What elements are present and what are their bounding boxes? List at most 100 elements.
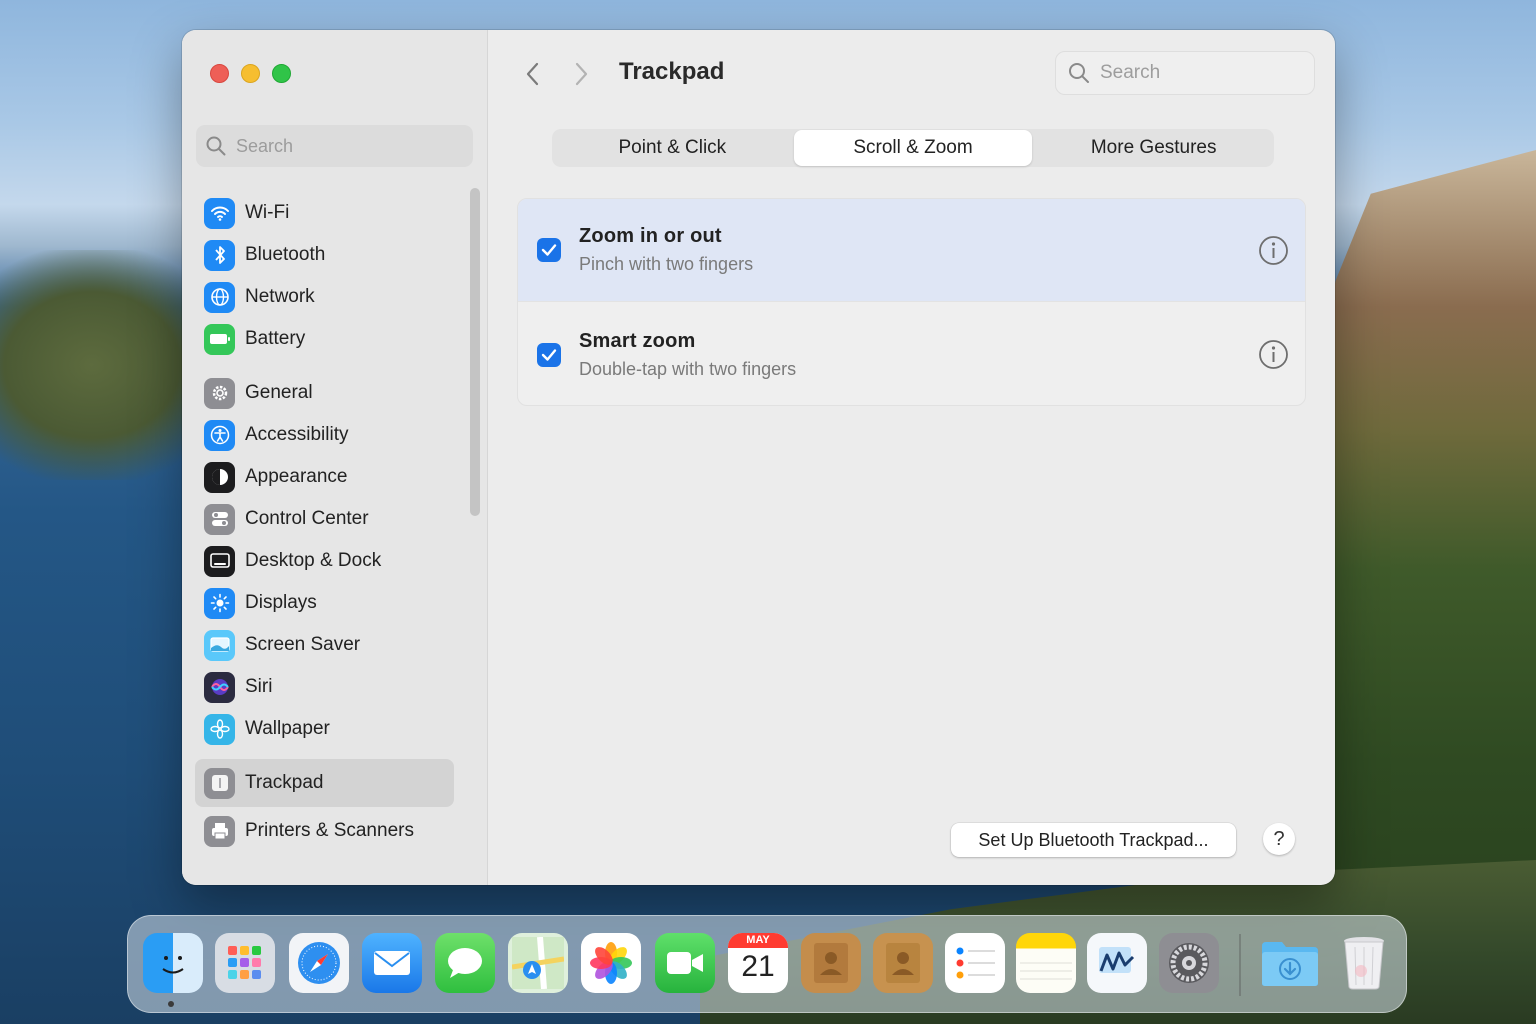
sidebar-item-label: Network: [245, 286, 315, 307]
sidebar-item-displays[interactable]: Displays: [195, 582, 454, 624]
accessibility-icon: [204, 419, 235, 451]
sidebar-search-field[interactable]: Search: [196, 125, 473, 167]
tab-scroll-zoom[interactable]: Scroll & Zoom: [793, 130, 1033, 166]
sidebar-item-label: Displays: [245, 592, 317, 613]
siri-icon: [204, 671, 235, 703]
info-icon[interactable]: [1258, 235, 1289, 266]
sidebar-scrollbar[interactable]: [470, 188, 480, 516]
header-search-field[interactable]: Search: [1055, 51, 1315, 95]
checkmark-icon: [541, 348, 557, 361]
sidebar-item-desktop-dock[interactable]: Desktop & Dock: [195, 540, 454, 582]
facetime-icon[interactable]: [655, 933, 715, 993]
setting-row-zoom[interactable]: Zoom in or out Pinch with two fingers: [518, 199, 1305, 302]
sidebar-item-label: Screen Saver: [245, 634, 361, 655]
search-icon: [206, 136, 226, 156]
mail-icon[interactable]: [362, 933, 422, 993]
sidebar-item-label: Battery: [245, 328, 306, 349]
globe-icon: [204, 281, 235, 313]
reminders-icon[interactable]: [945, 933, 1005, 993]
dock-separator: [1239, 934, 1241, 996]
setting-row-smart-zoom[interactable]: Smart zoom Double-tap with two fingers: [518, 303, 1305, 405]
flower-icon: [204, 713, 235, 745]
launchpad-icon[interactable]: [215, 933, 275, 993]
setting-title: Smart zoom: [579, 329, 696, 352]
contacts-alt-icon[interactable]: [873, 933, 933, 993]
sidebar-item-label: Trackpad: [245, 772, 324, 793]
downloads-folder-icon[interactable]: [1260, 933, 1320, 993]
forward-button[interactable]: [568, 59, 596, 89]
sidebar-item-battery[interactable]: Battery: [195, 318, 454, 360]
chevron-left-icon: [526, 62, 539, 86]
sidebar: Search Wi-Fi Bluetooth Network Battery G…: [182, 30, 488, 885]
smart-zoom-checkbox[interactable]: [537, 342, 561, 367]
main-pane: Trackpad Search Point & Click Scroll & Z…: [488, 30, 1335, 885]
sidebar-item-general[interactable]: General: [195, 372, 454, 414]
help-button[interactable]: ?: [1263, 823, 1295, 855]
sidebar-item-label: Control Center: [245, 508, 369, 529]
sidebar-item-network[interactable]: Network: [195, 276, 454, 318]
settings-window: Search Wi-Fi Bluetooth Network Battery G…: [182, 30, 1335, 885]
back-button[interactable]: [518, 59, 546, 89]
calendar-icon[interactable]: MAY 21: [728, 933, 788, 993]
tab-more-gestures[interactable]: More Gestures: [1034, 130, 1273, 166]
sidebar-item-control-center[interactable]: Control Center: [195, 498, 454, 540]
trackpad-icon: [204, 767, 235, 799]
printer-icon: [204, 815, 235, 847]
sidebar-item-label: Printers & Scanners: [245, 820, 414, 841]
checkmark-icon: [541, 244, 557, 256]
finder-icon[interactable]: [143, 933, 203, 993]
sun-icon: [204, 587, 235, 619]
calendar-month: MAY: [728, 933, 788, 948]
sidebar-item-label: Accessibility: [245, 424, 349, 445]
system-settings-icon[interactable]: [1159, 933, 1219, 993]
sidebar-item-label: Wi-Fi: [245, 202, 290, 223]
sidebar-item-bluetooth[interactable]: Bluetooth: [195, 234, 454, 276]
chevron-right-icon: [575, 62, 588, 86]
sidebar-item-wifi[interactable]: Wi-Fi: [195, 192, 454, 234]
traffic-lights: [210, 64, 291, 83]
sidebar-item-label: Desktop & Dock: [245, 550, 382, 571]
setting-subtitle: Double-tap with two fingers: [579, 358, 797, 379]
sidebar-item-trackpad[interactable]: Trackpad: [195, 759, 454, 807]
screen-saver-icon: [204, 629, 235, 661]
sidebar-item-label: Appearance: [245, 466, 348, 487]
battery-icon: [204, 323, 235, 355]
sidebar-item-label: Bluetooth: [245, 244, 326, 265]
search-icon: [1069, 63, 1089, 83]
sidebar-item-wallpaper[interactable]: Wallpaper: [195, 708, 454, 750]
running-indicator: [168, 1001, 174, 1007]
close-button[interactable]: [210, 64, 229, 83]
sidebar-item-printers-scanners[interactable]: Printers & Scanners: [195, 810, 454, 852]
settings-card: Zoom in or out Pinch with two fingers Sm…: [517, 198, 1306, 406]
freeform-icon[interactable]: [1087, 933, 1147, 993]
zoom-button[interactable]: [272, 64, 291, 83]
minimize-button[interactable]: [241, 64, 260, 83]
info-icon[interactable]: [1258, 339, 1289, 370]
setting-subtitle: Pinch with two fingers: [579, 254, 754, 274]
dock: MAY 21: [127, 915, 1407, 1013]
messages-icon[interactable]: [435, 933, 495, 993]
safari-icon[interactable]: [289, 933, 349, 993]
sidebar-item-siri[interactable]: Siri: [195, 666, 454, 708]
wifi-icon: [204, 197, 235, 229]
zoom-checkbox[interactable]: [537, 238, 561, 262]
photos-icon[interactable]: [581, 933, 641, 993]
header-search-placeholder: Search: [1100, 62, 1161, 83]
sidebar-search-placeholder: Search: [236, 135, 294, 156]
tab-bar: Point & Click Scroll & Zoom More Gesture…: [552, 129, 1274, 167]
contacts-icon[interactable]: [801, 933, 861, 993]
desktop-dock-icon: [204, 545, 235, 577]
sidebar-item-appearance[interactable]: Appearance: [195, 456, 454, 498]
sidebar-item-accessibility[interactable]: Accessibility: [195, 414, 454, 456]
page-title: Trackpad: [619, 58, 725, 85]
sidebar-item-label: General: [245, 382, 313, 403]
sidebar-item-screen-saver[interactable]: Screen Saver: [195, 624, 454, 666]
notes-icon[interactable]: [1016, 933, 1076, 993]
tab-point-click[interactable]: Point & Click: [553, 130, 792, 166]
maps-icon[interactable]: [508, 933, 568, 993]
setup-bluetooth-trackpad-button[interactable]: Set Up Bluetooth Trackpad...: [951, 823, 1236, 857]
control-center-icon: [204, 503, 235, 535]
trash-icon[interactable]: [1334, 933, 1394, 993]
setting-title: Zoom in or out: [579, 225, 722, 247]
calendar-day: 21: [741, 950, 775, 983]
